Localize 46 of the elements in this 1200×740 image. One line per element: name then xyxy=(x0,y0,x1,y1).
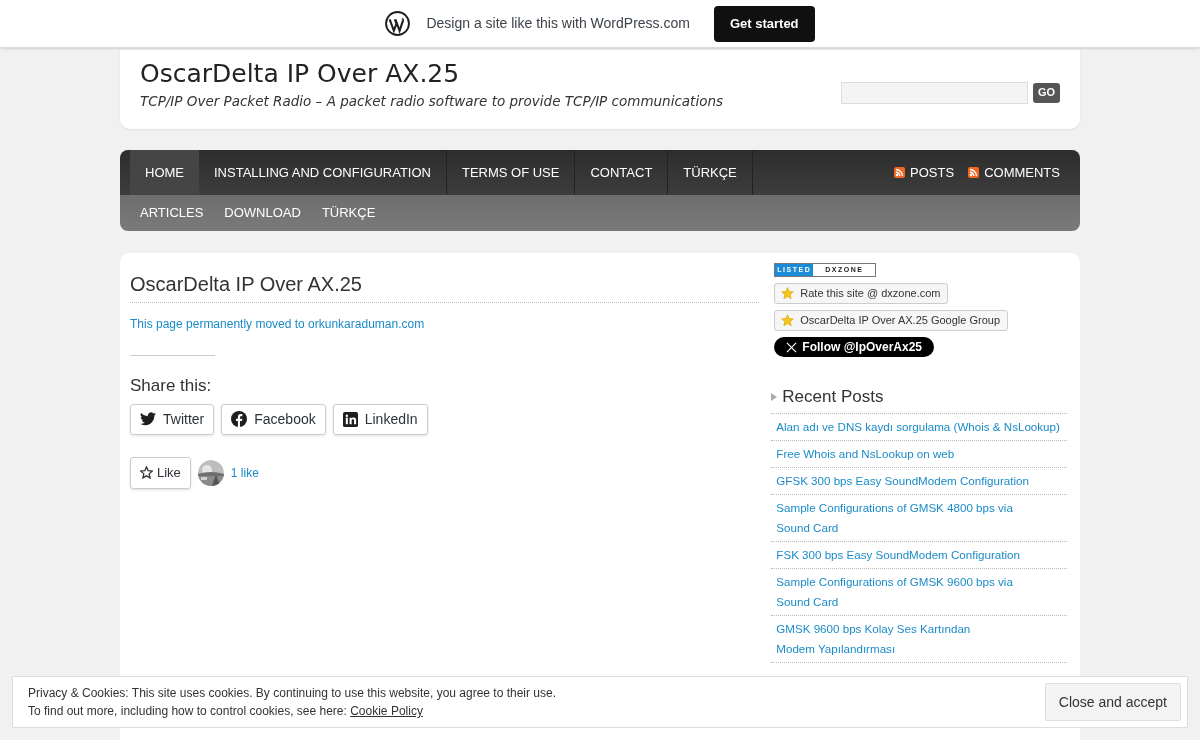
search-field[interactable] xyxy=(840,81,1028,104)
star-icon xyxy=(781,287,795,300)
like-button[interactable]: Like xyxy=(130,456,191,489)
feed-link[interactable]: COMMENTS xyxy=(968,162,1060,183)
share-heading: Share this: xyxy=(130,375,213,397)
widget-title: Recent Posts xyxy=(782,386,884,408)
subnav-link[interactable]: ARTICLES xyxy=(140,203,204,223)
wordpress-logo-icon[interactable] xyxy=(385,11,411,36)
post-body: This page permanently moved to orkunkaraduman.com xyxy=(130,316,426,333)
recent-post-link[interactable]: Sample Configurations of GMSK 9600 bps via Sound Card xyxy=(776,571,1067,612)
promo-text: Design a site like this with WordPress.com xyxy=(426,14,690,33)
get-started-button[interactable]: Get started xyxy=(713,5,815,42)
recent-post-link[interactable]: GMSK 9600 bps Kolay Ses Kartından Modem Yapılandırması xyxy=(776,618,1067,659)
site-title[interactable]: OscarDelta IP Over AX.25 xyxy=(140,59,723,90)
bullet-icon xyxy=(771,392,778,401)
share-button[interactable]: LinkedIn xyxy=(332,403,428,435)
share-button[interactable]: Facebook xyxy=(221,403,326,435)
star-outline-icon xyxy=(140,466,153,479)
cookie-policy-text: To find out more, including how to control cookies, see here: Cookie Policy xyxy=(28,703,424,720)
recent-post-link[interactable]: FSK 300 bps Easy SoundModem Configuration xyxy=(776,544,1067,565)
star-icon xyxy=(781,314,795,327)
follow-button[interactable]: Follow @IpOverAx25 xyxy=(774,337,935,357)
feed-link[interactable]: POSTS xyxy=(894,162,955,183)
post-title: OscarDelta IP Over AX.25 xyxy=(130,269,760,303)
close-accept-button[interactable]: Close and accept xyxy=(1044,683,1181,721)
rss-icon xyxy=(894,167,906,178)
site-tagline: TCP/IP Over Packet Radio – A packet radio software to provide TCP/IP communications xyxy=(140,92,723,112)
linkedin-icon xyxy=(342,411,358,427)
nav-tab[interactable]: HOME xyxy=(130,150,199,195)
facebook-icon xyxy=(231,411,248,427)
link-button[interactable]: Rate this site @ dxzone.com xyxy=(774,283,949,304)
recent-post-link[interactable]: GFSK 300 bps Easy SoundModem Configuration xyxy=(776,470,1067,491)
subnav-link[interactable]: TÜRKÇE xyxy=(321,203,376,223)
likes-count[interactable]: 1 like xyxy=(230,463,259,482)
bird-icon xyxy=(140,412,156,426)
x-logo-icon xyxy=(786,341,798,353)
cookie-notice-text: Privacy & Cookies: This site uses cookies. By continuing to use this website, you agree to their use. xyxy=(28,685,557,702)
link-button[interactable]: OscarDelta IP Over AX.25 Google Group xyxy=(774,310,1009,331)
recent-post-link[interactable]: Alan adı ve DNS kaydı sorgulama (Whois & NsLookup) xyxy=(776,416,1067,437)
rss-icon xyxy=(968,167,980,178)
recent-post-link[interactable]: Sample Configurations of GMSK 4800 bps via Sound Card xyxy=(776,497,1067,538)
search-button[interactable]: GO xyxy=(1032,82,1060,103)
share-button[interactable]: Twitter xyxy=(130,403,215,435)
recent-post-link[interactable]: Free Whois and NsLookup on web xyxy=(776,443,1067,464)
subnav-link[interactable]: DOWNLOAD xyxy=(224,203,301,223)
cookie-policy-link[interactable]: Cookie Policy xyxy=(350,704,423,718)
